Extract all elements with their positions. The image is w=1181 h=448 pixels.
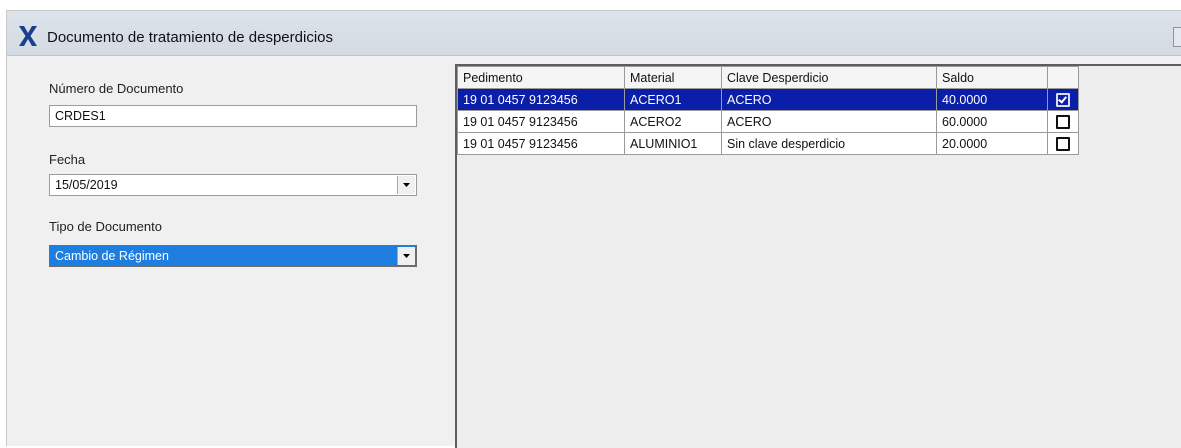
checkbox-icon[interactable] [1056,92,1070,107]
document-type-select[interactable]: Cambio de Régimen [49,245,417,267]
cell-material[interactable]: ACERO1 [624,88,722,111]
column-header-pedimento[interactable]: Pedimento [457,66,625,89]
checkbox-icon[interactable] [1056,114,1070,129]
chevron-down-icon [403,254,410,258]
date-dropdown-button[interactable] [397,176,415,194]
waste-grid[interactable]: Pedimento Material Clave Desperdicio Sal… [457,66,1079,155]
chevron-down-icon [403,183,410,187]
cell-check[interactable] [1047,132,1079,155]
date-picker[interactable]: 15/05/2019 [49,174,417,196]
cell-saldo[interactable]: 20.0000 [936,132,1048,155]
app-window: Documento de tratamiento de desperdicios… [6,10,1181,448]
document-type-label: Tipo de Documento [49,219,162,234]
window-title: Documento de tratamiento de desperdicios [47,29,333,46]
document-type-value: Cambio de Régimen [55,249,169,263]
column-header-saldo[interactable]: Saldo [936,66,1048,89]
x-logo-icon [17,25,39,47]
restore-button[interactable] [1173,27,1181,47]
date-label: Fecha [49,152,86,167]
cell-check[interactable] [1047,110,1079,133]
title-bar: Documento de tratamiento de desperdicios [7,11,1181,56]
cell-pedimento[interactable]: 19 01 0457 9123456 [457,110,625,133]
cell-clave-desperdicio[interactable]: ACERO [721,110,937,133]
cell-clave-desperdicio[interactable]: ACERO [721,88,937,111]
cell-pedimento[interactable]: 19 01 0457 9123456 [457,88,625,111]
waste-grid-panel[interactable]: Pedimento Material Clave Desperdicio Sal… [455,64,1181,448]
document-type-dropdown-button[interactable] [397,247,415,265]
cell-clave-desperdicio[interactable]: Sin clave desperdicio [721,132,937,155]
table-row[interactable]: 19 01 0457 9123456 ACERO2 ACERO 60.0000 [457,110,1079,133]
cell-pedimento[interactable]: 19 01 0457 9123456 [457,132,625,155]
column-header-clave-desperdicio[interactable]: Clave Desperdicio [721,66,937,89]
checkbox-icon[interactable] [1056,136,1070,151]
column-header-material[interactable]: Material [624,66,722,89]
date-value: 15/05/2019 [55,178,118,192]
document-number-field[interactable]: CRDES1 [49,105,417,127]
column-header-check[interactable] [1047,66,1079,89]
table-row[interactable]: 19 01 0457 9123456 ALUMINIO1 Sin clave d… [457,132,1079,155]
cell-saldo[interactable]: 60.0000 [936,110,1048,133]
document-number-label: Número de Documento [49,81,184,96]
cell-check[interactable] [1047,88,1079,111]
cell-material[interactable]: ALUMINIO1 [624,132,722,155]
table-row[interactable]: 19 01 0457 9123456 ACERO1 ACERO 40.0000 [457,88,1079,111]
cell-material[interactable]: ACERO2 [624,110,722,133]
cell-saldo[interactable]: 40.0000 [936,88,1048,111]
